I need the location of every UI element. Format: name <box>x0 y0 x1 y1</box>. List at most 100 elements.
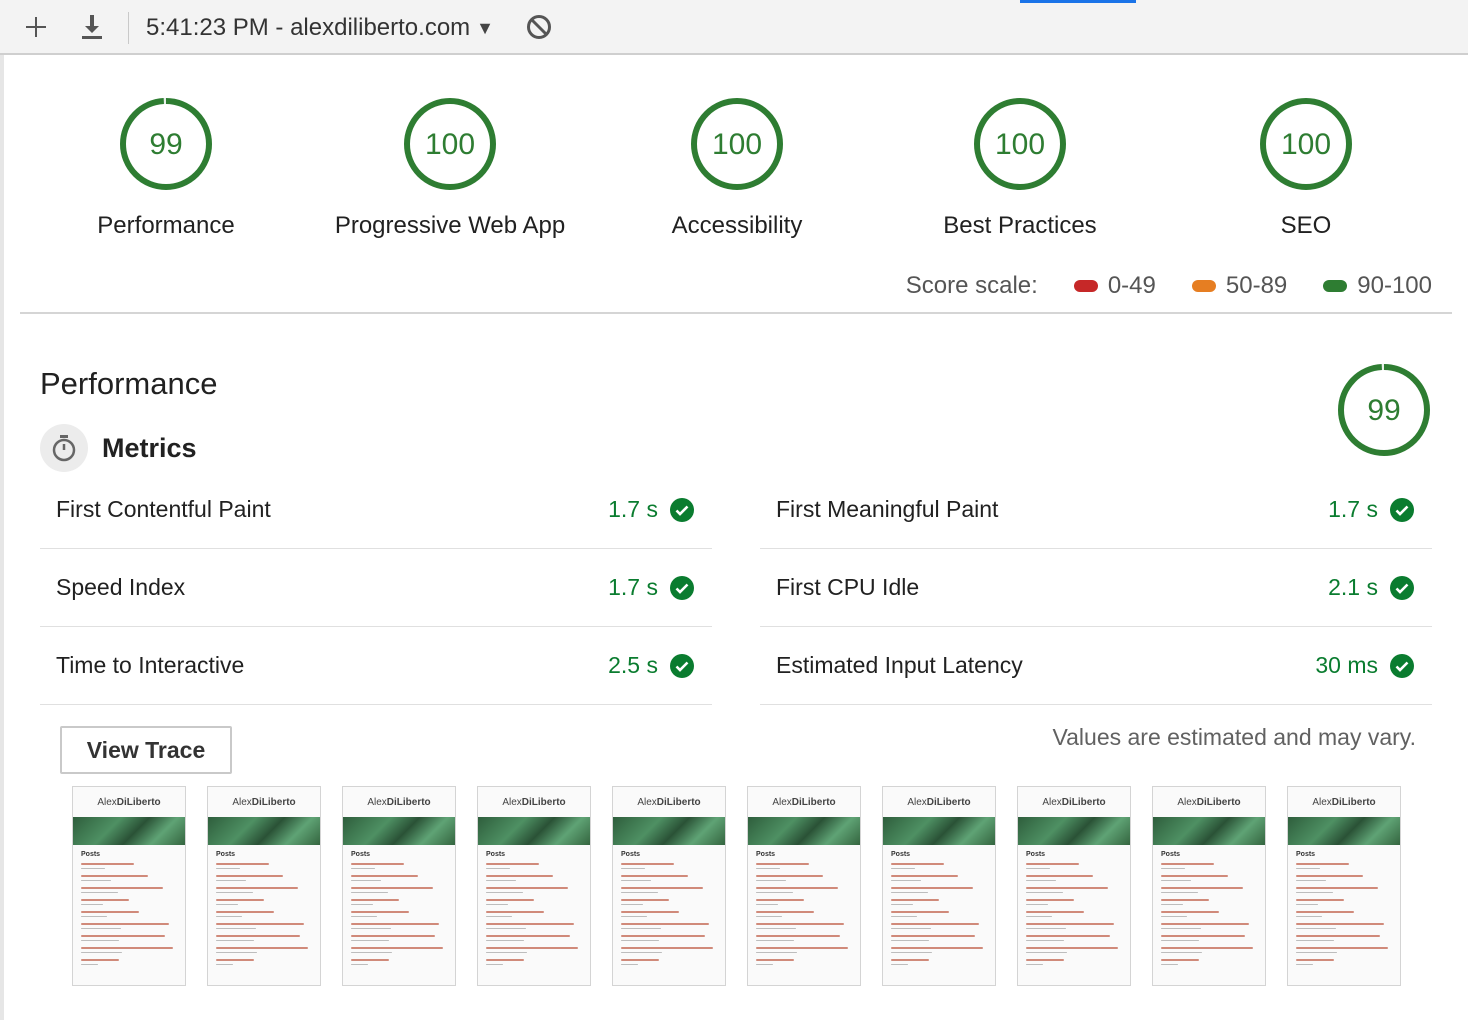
frame-post-link <box>486 899 534 901</box>
frame-posts-heading: Posts <box>1161 851 1181 858</box>
frame-post-link <box>351 875 419 877</box>
frame-post-date <box>1296 964 1314 965</box>
frame-post-date <box>1026 928 1066 929</box>
frame-brand-bold: DiLiberto <box>116 796 161 808</box>
frame-post-date <box>1026 892 1063 893</box>
frame-post-link <box>891 887 973 889</box>
frame-post-date <box>216 928 256 929</box>
frame-post-link <box>621 863 674 865</box>
filmstrip: Alex DiLiberto Posts Alex DiLiberto Posts Alex… <box>72 786 1412 986</box>
gauge-score: 100 <box>995 128 1045 161</box>
frame-post-date <box>891 928 931 929</box>
view-trace-button[interactable]: View Trace <box>60 726 232 774</box>
frame-post-date <box>1161 964 1179 965</box>
frame-post-date <box>756 904 778 905</box>
frame-post-date <box>216 916 242 917</box>
frame-post-date <box>1161 868 1185 869</box>
frame-post-date <box>486 952 528 953</box>
frame-hero-image <box>613 817 725 845</box>
frame-post-link <box>756 935 841 937</box>
frame-brand-light: Alex <box>907 796 927 808</box>
score-scale-label: 90-100 <box>1357 272 1432 299</box>
frame-post-link <box>891 899 939 901</box>
frame-post-link <box>81 947 174 949</box>
metric-row: Time to Interactive 2.5 s <box>40 627 712 705</box>
frame-brand-light: Alex <box>367 796 387 808</box>
frame-post-link <box>216 899 264 901</box>
frame-post-link <box>1161 875 1229 877</box>
frame-post-date <box>351 892 388 893</box>
metric-name: First Contentful Paint <box>56 496 271 522</box>
frame-post-link <box>486 875 554 877</box>
frame-post-date <box>891 904 913 905</box>
clear-reports-button[interactable] <box>522 10 556 44</box>
frame-brand-logo: Alex DiLiberto <box>748 787 860 817</box>
frame-post-date <box>486 868 510 869</box>
gauge-pwa[interactable]: 100 Progressive Web App <box>300 96 600 240</box>
frame-post-date <box>1026 940 1065 941</box>
frame-post-link <box>486 947 579 949</box>
frame-post-link <box>756 863 809 865</box>
metric-row: Speed Index 1.7 s <box>40 549 712 627</box>
gauge-accessibility[interactable]: 100 Accessibility <box>587 96 887 240</box>
filmstrip-frame: Alex DiLiberto Posts <box>882 786 996 986</box>
frame-brand-logo: Alex DiLiberto <box>343 787 455 817</box>
chevron-down-icon: ▼ <box>476 17 494 38</box>
frame-post-date <box>1161 904 1183 905</box>
gauge-ring: 100 <box>1260 98 1352 190</box>
gauge-ring: 100 <box>404 98 496 190</box>
gauge-best-practices[interactable]: 100 Best Practices <box>870 96 1170 240</box>
frame-post-link <box>1296 887 1378 889</box>
frame-post-link <box>1296 911 1354 913</box>
gauge-score: 100 <box>425 128 475 161</box>
frame-post-date <box>891 916 917 917</box>
frame-post-date <box>756 880 787 881</box>
frame-post-date <box>81 964 99 965</box>
report-selector[interactable]: 5:41:23 PM - alexdiliberto.com ▼ <box>146 12 506 44</box>
gauge-label: Best Practices <box>943 212 1097 239</box>
score-scale-swatch <box>1191 280 1216 292</box>
filmstrip-frame: Alex DiLiberto Posts <box>477 786 591 986</box>
frame-post-link <box>351 923 440 925</box>
download-report-button[interactable] <box>75 10 109 44</box>
frame-post-date <box>486 892 523 893</box>
check-circle-icon <box>1390 653 1414 678</box>
filmstrip-frame: Alex DiLiberto Posts <box>1017 786 1131 986</box>
gauge-seo[interactable]: 100 SEO <box>1156 96 1456 240</box>
frame-post-link <box>1296 899 1344 901</box>
frame-post-link <box>81 887 163 889</box>
score-scale: Score scale: 0-49 50-89 90-100 <box>906 272 1432 300</box>
frame-posts-heading: Posts <box>216 851 236 858</box>
frame-post-link <box>1026 935 1111 937</box>
frame-post-list <box>343 858 455 965</box>
frame-post-link <box>621 923 710 925</box>
frame-post-date <box>1161 916 1187 917</box>
frame-brand-logo: Alex DiLiberto <box>1018 787 1130 817</box>
metric-name: Estimated Input Latency <box>776 652 1023 678</box>
frame-post-date <box>1161 940 1200 941</box>
block-icon <box>527 15 551 39</box>
frame-post-date <box>81 916 107 917</box>
score-scale-fail: 0-49 <box>1073 272 1156 300</box>
gauge-ring: 99 <box>1338 364 1430 456</box>
frame-post-date <box>756 940 795 941</box>
frame-post-link <box>1026 863 1079 865</box>
gauge-performance[interactable]: 99 Performance <box>16 96 316 240</box>
metric-value: 2.1 s <box>1328 574 1378 600</box>
frame-post-date <box>621 892 658 893</box>
frame-post-date <box>621 916 647 917</box>
frame-post-link <box>351 887 433 889</box>
frame-post-date <box>891 892 928 893</box>
frame-post-date <box>81 904 103 905</box>
add-report-button[interactable] <box>19 10 53 44</box>
frame-post-list <box>1153 858 1265 965</box>
frame-brand-logo: Alex DiLiberto <box>208 787 320 817</box>
frame-post-date <box>1026 904 1048 905</box>
frame-post-date <box>1026 916 1052 917</box>
metric-value: 1.7 s <box>608 496 658 522</box>
frame-post-list <box>613 858 725 965</box>
frame-post-link <box>891 863 944 865</box>
frame-post-date <box>81 952 123 953</box>
frame-post-link <box>756 959 795 961</box>
frame-brand-light: Alex <box>1177 796 1197 808</box>
